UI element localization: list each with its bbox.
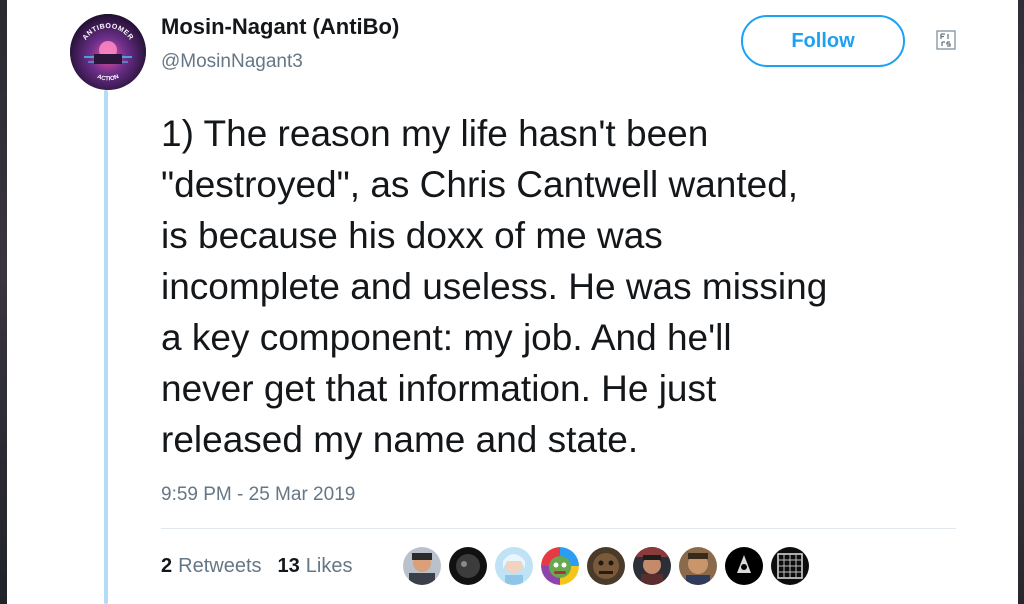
tweet-stats: 2 Retweets 13 Likes (161, 554, 352, 578)
author-avatar[interactable]: ANTIBOOMER ACTION (70, 14, 146, 90)
liker-avatar[interactable] (449, 547, 487, 585)
liker-avatar[interactable] (679, 547, 717, 585)
liker-avatar[interactable] (587, 547, 625, 585)
tweet-timestamp[interactable]: 9:59 PM - 25 Mar 2019 (161, 484, 355, 506)
liker-avatar[interactable] (725, 547, 763, 585)
display-name[interactable]: Mosin-Nagant (AntiBo) (161, 14, 399, 40)
liker-avatar[interactable] (495, 547, 533, 585)
retweets-stat[interactable]: 2 Retweets (161, 555, 262, 578)
liker-avatar[interactable] (403, 547, 441, 585)
liker-avatar[interactable] (541, 547, 579, 585)
chevron-down-icon[interactable] (936, 30, 956, 50)
avatar-image: ANTIBOOMER ACTION (70, 14, 146, 90)
retweets-label: Retweets (178, 554, 262, 577)
right-backdrop-edge (1018, 0, 1024, 604)
likes-label: Likes (305, 554, 353, 577)
likes-count: 13 (277, 554, 300, 577)
liker-avatar[interactable] (633, 547, 671, 585)
thread-line (104, 90, 108, 604)
follow-button[interactable]: Follow (741, 15, 905, 67)
likes-stat[interactable]: 13 Likes (278, 555, 353, 578)
liker-avatars (403, 547, 817, 585)
user-handle[interactable]: @MosinNagant3 (161, 51, 303, 73)
retweets-count: 2 (161, 554, 173, 577)
liker-avatar[interactable] (771, 547, 809, 585)
tweet-text: 1) The reason my life hasn't been "destr… (161, 113, 828, 460)
left-backdrop-edge (0, 0, 7, 604)
stats-divider (161, 528, 956, 529)
